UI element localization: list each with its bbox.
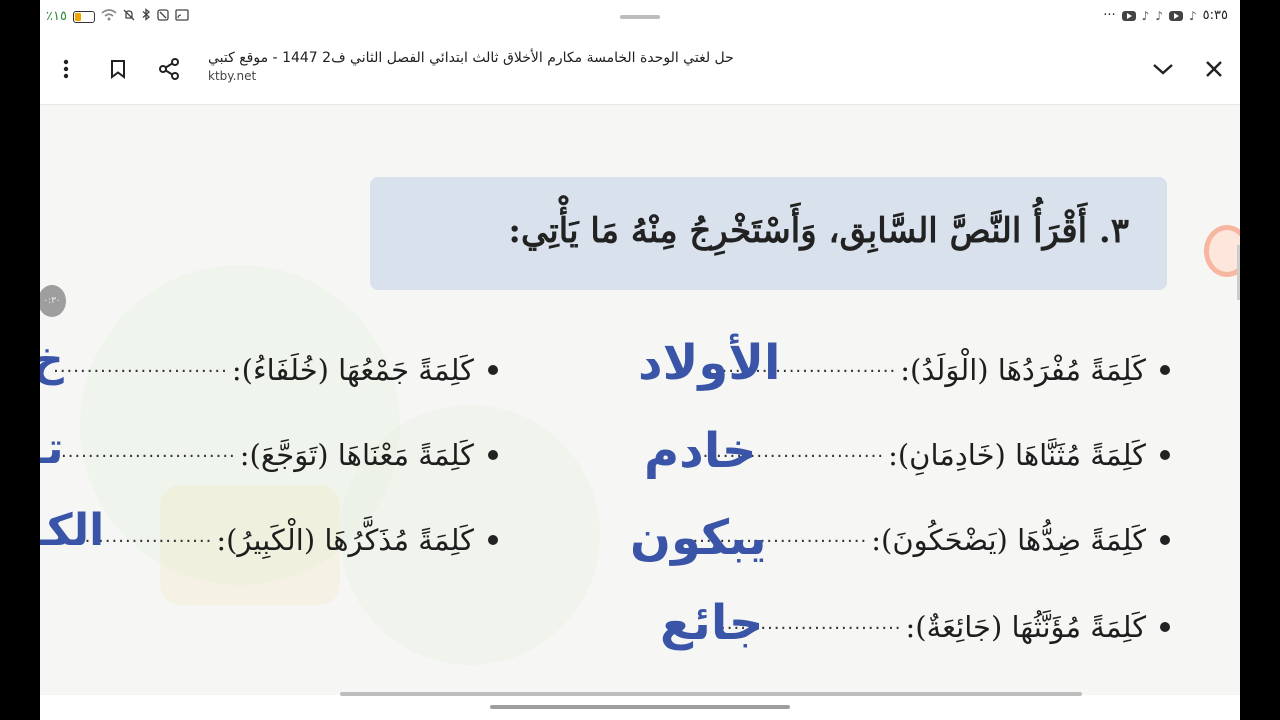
tiktok-icon: ♪	[1189, 8, 1197, 23]
page-domain: ktby.net	[208, 69, 257, 83]
row-prompt: كَلِمَةً مُثَنَّاهَا (خَادِمَانِ):	[888, 438, 1146, 472]
bullet	[1160, 450, 1170, 460]
answer-text: خادم	[644, 423, 757, 479]
status-bar: ٪١٥ ··· ♪ ♪ ♪ ٥:٣٥	[40, 0, 1240, 34]
floating-timer-button[interactable]: ٠:٣٠	[40, 285, 66, 317]
bullet	[1160, 622, 1170, 632]
row-prompt: كَلِمَةً جَمْعُهَا (خُلَفَاءُ):	[231, 353, 474, 387]
vertical-scrollbar[interactable]	[1237, 245, 1240, 300]
answer-partial: تـ	[40, 423, 64, 474]
tiktok-icon: ♪	[1155, 8, 1163, 23]
share-icon[interactable]	[154, 54, 184, 84]
bullet	[1160, 365, 1170, 375]
bookmark-icon[interactable]	[103, 54, 133, 84]
wifi-icon	[101, 8, 117, 25]
answer-dots: ..........................	[53, 356, 228, 377]
row-prompt: كَلِمَةً مُؤَنَّثُهَا (جَائِعَةٌ):	[905, 610, 1146, 644]
horizontal-scrollbar[interactable]	[340, 692, 1082, 696]
battery-icon	[72, 10, 95, 23]
gesture-nav-bar[interactable]	[490, 705, 790, 709]
answer-partial: الكـ	[40, 505, 105, 556]
question-row-6: كَلِمَةً مَعْنَاهَا (تَوَجَّعَ): .......…	[57, 438, 498, 472]
drag-handle[interactable]	[620, 15, 660, 19]
bullet	[1160, 535, 1170, 545]
youtube-icon	[1121, 10, 1136, 21]
answer-text: الأولاد	[638, 335, 781, 391]
more-notifications: ···	[1103, 8, 1116, 23]
youtube-icon	[1169, 10, 1183, 21]
row-prompt: كَلِمَةً مُفْرَدُهَا (الْوَلَدُ):	[900, 353, 1146, 387]
mute-icon	[123, 9, 135, 25]
page-content[interactable]: ٣. أَقْرَأُ النَّصَّ السَّابِق، وَأَسْتَ…	[40, 105, 1240, 695]
clock: ٥:٣٥	[1202, 8, 1228, 23]
answer-text: جائع	[660, 595, 764, 651]
browser-screen: ٪١٥ ··· ♪ ♪ ♪ ٥:٣٥ حل لغتي الوحدة الخامس…	[40, 0, 1240, 720]
row-prompt: كَلِمَةً مَعْنَاهَا (تَوَجَّعَ):	[239, 438, 474, 472]
chevron-down-icon[interactable]	[1148, 54, 1178, 84]
bullet	[488, 450, 498, 460]
question-row-7: كَلِمَةً مُذَكَّرُهَا (الْكَبِيرُ): ....…	[40, 523, 498, 557]
close-icon[interactable]	[1199, 54, 1229, 84]
bullet	[488, 535, 498, 545]
row-prompt: كَلِمَةً ضِدُّهَا (يَضْحَكُونَ):	[871, 523, 1146, 557]
more-vert-icon[interactable]	[51, 54, 81, 84]
row-prompt: كَلِمَةً مُذَكَّرُهَا (الْكَبِيرُ):	[216, 523, 474, 557]
url-block[interactable]: حل لغتي الوحدة الخامسة مكارم الأخلاق ثال…	[208, 50, 908, 83]
cast-icon	[175, 8, 189, 25]
page-title: حل لغتي الوحدة الخامسة مكارم الأخلاق ثال…	[208, 50, 734, 66]
bullet	[488, 365, 498, 375]
floating-app-bubble[interactable]	[1204, 225, 1240, 277]
question-heading: ٣. أَقْرَأُ النَّصَّ السَّابِق، وَأَسْتَ…	[508, 211, 1129, 251]
status-left: ٪١٥	[46, 8, 189, 25]
answer-dots: ..........................	[61, 441, 236, 462]
answer-partial: خ	[40, 335, 64, 386]
battery-percent: ٪١٥	[46, 9, 67, 24]
question-heading-box: ٣. أَقْرَأُ النَّصَّ السَّابِق، وَأَسْتَ…	[370, 177, 1167, 290]
question-row-2: كَلِمَةً مُثَنَّاهَا (خَادِمَانِ): .....…	[699, 438, 1170, 472]
status-right: ··· ♪ ♪ ♪ ٥:٣٥	[1103, 8, 1228, 23]
question-row-4: كَلِمَةً مُؤَنَّثُهَا (جَائِعَةٌ): .....…	[716, 610, 1170, 644]
answer-text: يبكون	[630, 510, 767, 566]
alarm-off-icon	[157, 8, 169, 25]
bluetooth-icon	[141, 8, 151, 25]
custom-tab-toolbar: حل لغتي الوحدة الخامسة مكارم الأخلاق ثال…	[40, 34, 1240, 105]
question-row-5: كَلِمَةً جَمْعُهَا (خُلَفَاءُ): ........…	[49, 353, 498, 387]
tiktok-icon: ♪	[1141, 8, 1150, 23]
